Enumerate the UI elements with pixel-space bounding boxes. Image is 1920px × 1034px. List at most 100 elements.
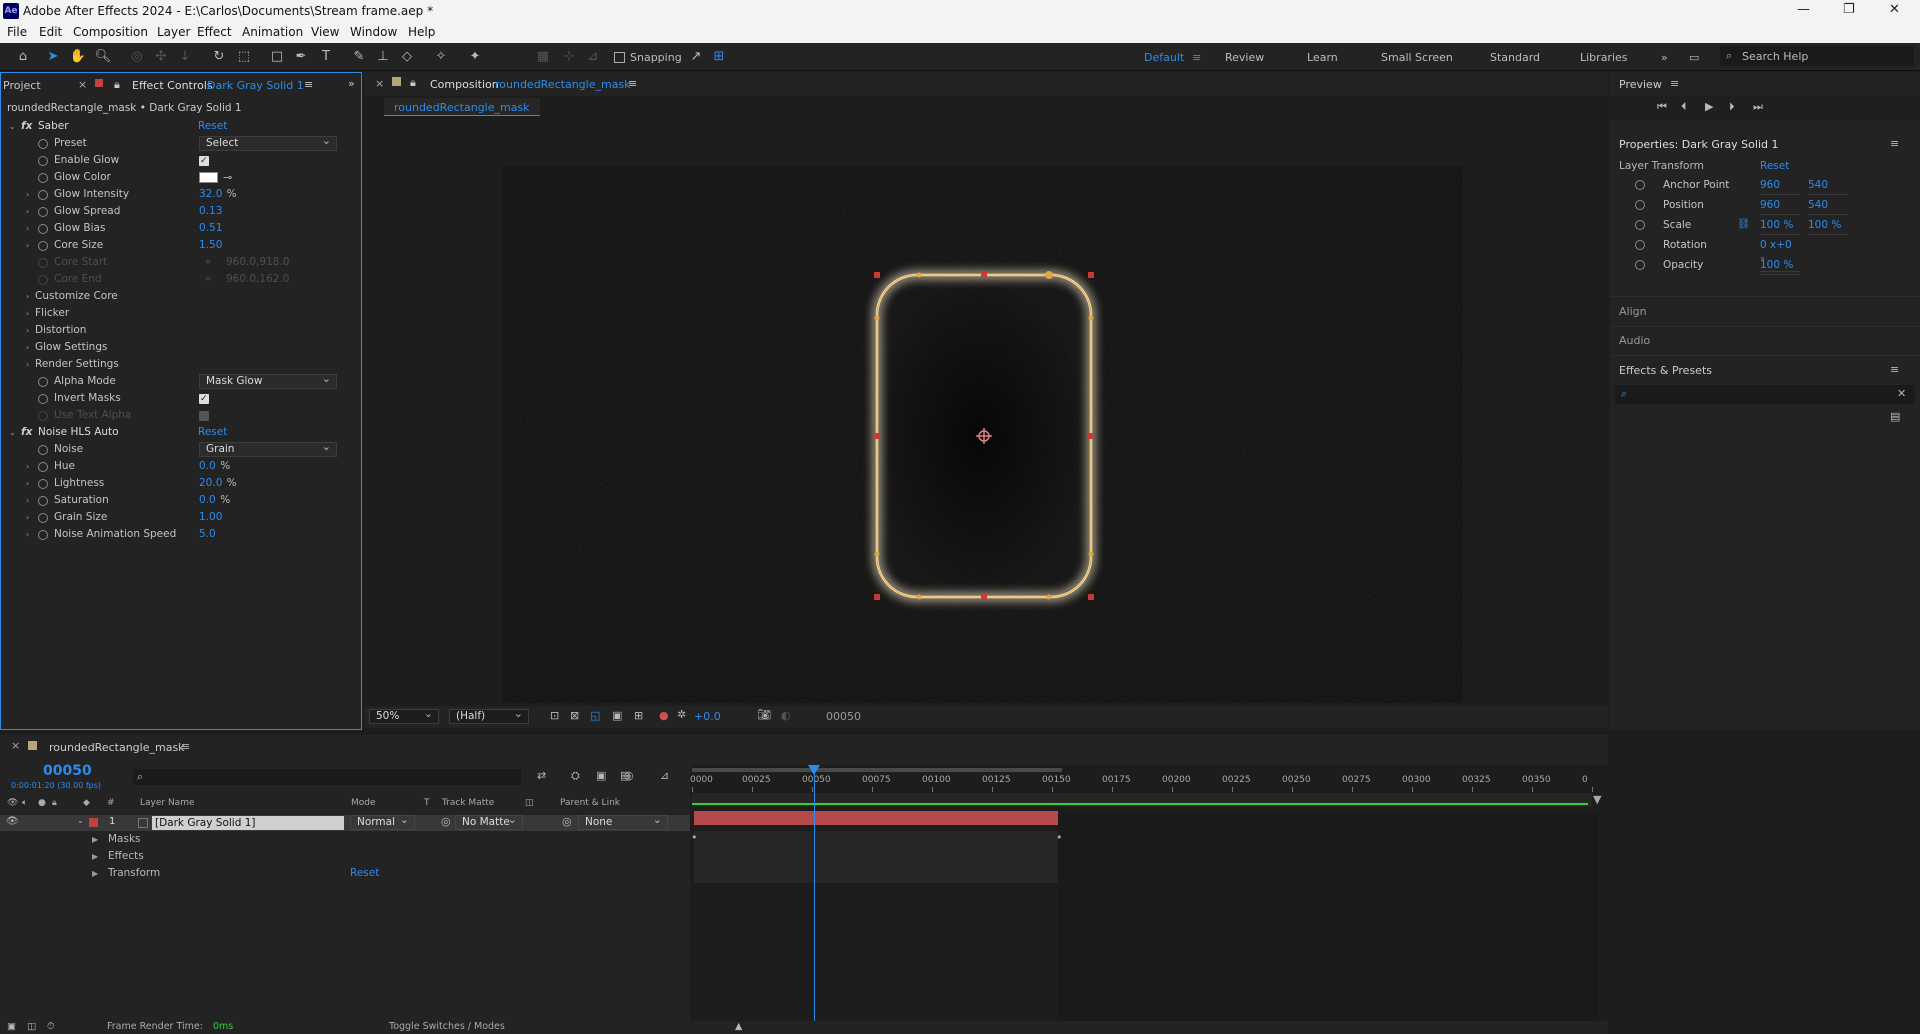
property-row-lightness[interactable]: › Lightness 20.0% [1,475,361,492]
stopwatch-icon[interactable] [38,190,48,200]
zoom-dropdown[interactable]: 50% [369,707,439,724]
tab-composition[interactable]: Composition [430,78,499,91]
last-frame-icon[interactable]: ⏭ [1753,100,1763,114]
parent-dropdown[interactable]: None [578,813,668,830]
transform-group[interactable]: Transform [108,867,160,879]
menu-view[interactable]: View [311,25,339,39]
expand-property-icon[interactable]: › [26,492,29,509]
snap-grid-icon[interactable]: ⊞ [710,49,728,65]
expand-panels-icon[interactable]: » [348,77,355,90]
search-help-field[interactable]: ⌕ Search Help [1720,46,1914,66]
property-dropdown[interactable]: Mask Glow [199,372,337,389]
next-frame-icon[interactable]: ⏵ [1729,100,1735,114]
zoom-tool-icon[interactable]: 🔍︎ [94,49,112,65]
transform-value-1[interactable]: 100 % [1760,217,1800,235]
layer-name-field[interactable]: [Dark Gray Solid 1] [152,816,344,830]
workspace-learn[interactable]: Learn [1307,51,1338,64]
effects-group[interactable]: Effects [108,850,144,862]
effect-header-noise[interactable]: ⌄ fx Noise HLS Auto Reset [1,424,361,441]
property-row-render-settings[interactable]: › Render Settings [1,356,361,373]
group-label[interactable]: Flicker [35,305,69,322]
effects-in-keyframe[interactable]: • [691,831,698,844]
property-row-hue[interactable]: › Hue 0.0% [1,458,361,475]
pen-tool-icon[interactable]: ✒ [292,49,310,65]
property-value[interactable]: 0.51 [199,220,222,237]
puppet-pin-icon[interactable]: ✦ [466,49,484,65]
menu-layer[interactable]: Layer [157,25,190,39]
tab-project[interactable]: Project [3,79,41,92]
transparency-grid-icon[interactable]: ⊠ [570,709,579,722]
stopwatch-icon[interactable] [1635,200,1645,210]
menu-animation[interactable]: Animation [242,25,303,39]
transform-reset[interactable]: Reset [350,867,379,879]
playhead-line[interactable] [814,765,815,1021]
property-row-flicker[interactable]: › Flicker [1,305,361,322]
layer-row[interactable]: 👁︎ ⌄ 1 [Dark Gray Solid 1] Normal ◎ No M… [0,813,690,831]
stopwatch-icon[interactable] [38,479,48,489]
group-label[interactable]: Distortion [35,322,86,339]
close-timeline-icon[interactable]: × [11,739,20,752]
expand-property-icon[interactable]: › [26,220,29,237]
new-bin-icon[interactable]: ▤ [1890,410,1900,423]
property-row-alpha-mode[interactable]: Alpha Mode Mask Glow [1,372,361,390]
expand-property-icon[interactable]: › [26,458,29,475]
property-row-invert-masks[interactable]: Invert Masks ✓ [1,390,361,407]
toggle-switches-modes[interactable]: Toggle Switches / Modes [389,1021,505,1032]
expand-effects-icon[interactable]: ▶ [92,852,98,861]
roto-brush-icon[interactable]: ✧ [432,49,450,65]
stopwatch-icon[interactable] [38,462,48,472]
collapse-effect-icon[interactable]: ⌄ [9,118,16,135]
selection-tool-icon[interactable]: ➤ [44,49,62,65]
comp-subtab[interactable]: roundedRectangle_mask [384,98,540,116]
workspace-small-screen[interactable]: Small Screen [1381,51,1453,64]
glow-color-swatch[interactable] [199,172,218,183]
stopwatch-icon[interactable] [38,173,48,183]
snap-options-icon[interactable]: ↗ [687,49,705,65]
stopwatch-icon[interactable] [38,156,48,166]
current-timecode[interactable]: 00050 [43,763,92,779]
property-value[interactable]: 32.0 [199,186,222,203]
track-matte-pickwhip-icon[interactable]: ◎ [441,815,451,828]
preview-menu-icon[interactable]: ≡ [1670,77,1679,90]
property-checkbox[interactable]: ✓ [199,394,209,404]
lock-icon[interactable]: 🔒︎ [114,78,120,92]
resolution-dropdown[interactable]: (Half) [449,707,529,724]
close-button[interactable]: ✕ [1889,2,1900,17]
property-value[interactable]: 20.0 [199,475,222,492]
snapshot-icon[interactable]: 📷︎ [757,708,771,721]
transform-value-2[interactable]: 540 [1808,197,1848,215]
property-row-glow-bias[interactable]: › Glow Bias 0.51 [1,220,361,237]
close-tab-icon[interactable]: × [78,78,87,91]
align-section[interactable]: Align [1619,305,1647,318]
stopwatch-icon[interactable] [38,224,48,234]
timing-toggle-icon[interactable]: ⏱ [47,1021,54,1032]
expand-layer-icon[interactable]: ⌄ [77,816,84,825]
property-row-glow-spread[interactable]: › Glow Spread 0.13 [1,203,361,220]
blend-mode-dropdown[interactable]: Normal [350,813,415,830]
comp-end-marker[interactable]: ▼ [1593,793,1601,806]
stopwatch-icon[interactable] [38,530,48,540]
work-area-bar[interactable] [692,768,1062,772]
expand-group-icon[interactable]: › [26,339,29,356]
stopwatch-icon[interactable] [1635,220,1645,230]
property-dropdown[interactable]: Select [199,134,337,151]
property-row-core-end[interactable]: Core End ⌖ 960.0,162.0 [1,271,361,288]
workspace-libraries[interactable]: Libraries [1580,51,1628,64]
workspace-default[interactable]: Default [1144,51,1184,64]
fx-icon[interactable]: fx [21,424,32,441]
expand-property-icon[interactable]: › [26,237,29,254]
fast-preview-icon[interactable]: ⊡ [550,709,559,722]
shy-layers-icon[interactable]: ▣ [596,769,606,782]
layer-label-swatch[interactable] [89,818,98,827]
workspace-standard[interactable]: Standard [1490,51,1540,64]
property-dropdown[interactable]: Grain [199,440,337,457]
property-value[interactable]: 1.50 [199,237,222,254]
property-row-glow-intensity[interactable]: › Glow Intensity 32.0% [1,186,361,203]
eraser-tool-icon[interactable]: ◇ [398,49,416,65]
property-row-customize-core[interactable]: › Customize Core [1,288,361,305]
transfer-controls-toggle-icon[interactable]: ◫ [27,1021,36,1032]
menu-composition[interactable]: Composition [73,25,148,39]
comp-viewer-canvas[interactable] [503,166,1463,703]
time-graph[interactable]: 0000 00025 00050 00075 00100 00125 00150 00175 0… [690,765,1608,1021]
transform-value-2[interactable]: 540 [1808,177,1848,195]
